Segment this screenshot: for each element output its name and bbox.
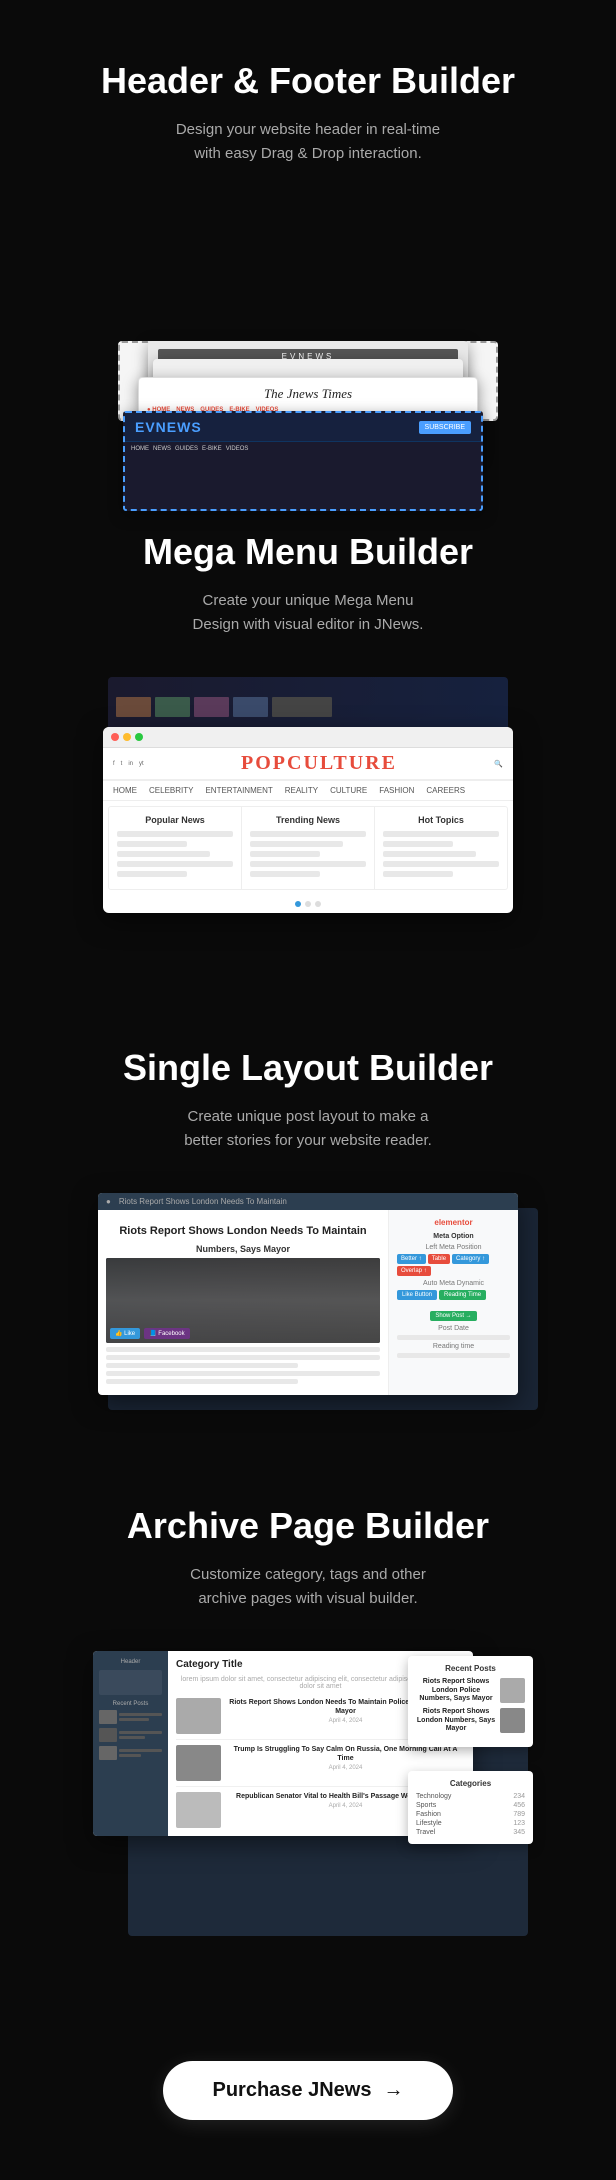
purchase-button[interactable]: Purchase JNews → xyxy=(163,2061,454,2120)
purchase-label: Purchase JNews xyxy=(213,2079,372,2102)
dot-red xyxy=(111,733,119,741)
archive-preview: Header Recent Posts xyxy=(93,1651,523,1961)
mega-menu-card: f t in yt POPCULTURE 🔍 HOME CELEBRITY EN… xyxy=(103,727,513,913)
archive-page-section: Archive Page Builder Customize category,… xyxy=(0,1445,616,2011)
mega-dropdown: Popular News Trending News xyxy=(108,806,508,890)
header-footer-preview: EVNEWS WATCH NEWS THE SNEAKERS The Jnews… xyxy=(98,341,518,421)
header-footer-desc: Design your website header in real-timew… xyxy=(128,118,488,166)
mega-menu-desc: Create your unique Mega MenuDesign with … xyxy=(128,589,488,637)
archive-recent-posts-card: Recent Posts Riots Report Shows London P… xyxy=(408,1656,533,1746)
single-layout-preview: ● Riots Report Shows London Needs To Mai… xyxy=(93,1193,523,1395)
article-headline: Riots Report Shows London Needs To Maint… xyxy=(106,1224,380,1238)
article-image: 👍 Like 📘 Facebook xyxy=(106,1258,380,1343)
mega-menu-section: Mega Menu Builder Create your unique Meg… xyxy=(0,471,616,987)
header-footer-section: Header & Footer Builder Design your webs… xyxy=(0,0,616,471)
article-subheadline: Numbers, Says Mayor xyxy=(106,1244,380,1254)
archive-categories-card: Categories Technology 234 Sports 456 Fas… xyxy=(408,1771,533,1844)
elementor-panel: elementor Meta Option Left Meta Position… xyxy=(388,1210,518,1395)
header-footer-title: Header & Footer Builder xyxy=(30,60,586,102)
single-layout-desc: Create unique post layout to make abette… xyxy=(128,1105,488,1153)
browser-card-evnews-main: EVNEWS SUBSCRIBE HOME NEWS GUIDES E-BIKE… xyxy=(123,411,483,511)
single-main-card: ● Riots Report Shows London Needs To Mai… xyxy=(98,1193,518,1395)
archive-left-sidebar: Header Recent Posts xyxy=(93,1651,168,1836)
dot-yellow xyxy=(123,733,131,741)
dot-green xyxy=(135,733,143,741)
archive-page-desc: Customize category, tags and otherarchiv… xyxy=(128,1563,488,1611)
mega-menu-title: Mega Menu Builder xyxy=(30,531,586,573)
purchase-arrow: → xyxy=(383,2079,403,2102)
single-layout-title: Single Layout Builder xyxy=(30,1047,586,1089)
mega-menu-preview: f t in yt POPCULTURE 🔍 HOME CELEBRITY EN… xyxy=(98,677,518,937)
purchase-section: Purchase JNews → xyxy=(0,2011,616,2180)
single-layout-section: Single Layout Builder Create unique post… xyxy=(0,987,616,1445)
archive-page-title: Archive Page Builder xyxy=(30,1505,586,1547)
